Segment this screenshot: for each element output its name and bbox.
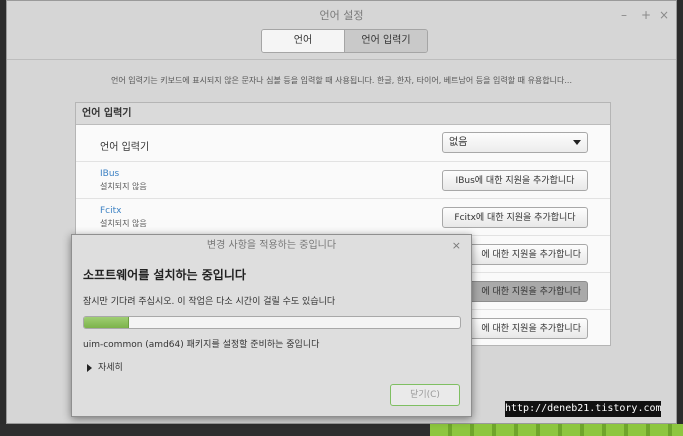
close-button[interactable]: 닫기(C) <box>390 384 460 406</box>
input-method-row: 언어 입력기 없음 <box>76 125 610 162</box>
fcitx-status: 설치되지 않음 <box>100 219 147 228</box>
package-status: uim-common (amd64) 패키지를 설정할 준비하는 중입니다 <box>83 340 320 350</box>
add-fcitx-support-button[interactable]: Fcitx에 대한 지원을 추가합니다 <box>442 207 588 228</box>
tab-bar: 언어 언어 입력기 <box>261 29 428 53</box>
desktop-green-area <box>430 424 683 436</box>
dialog-close-icon[interactable]: × <box>452 239 461 253</box>
tab-language[interactable]: 언어 <box>262 30 345 52</box>
list-item: IBus 설치되지 않음 IBus에 대한 지원을 추가합니다 <box>76 162 610 199</box>
input-method-label: 언어 입력기 <box>100 142 150 153</box>
minimize-icon[interactable]: – <box>621 8 627 22</box>
watermark: http://deneb21.tistory.com <box>505 401 662 417</box>
details-label: 자세히 <box>98 363 123 373</box>
dialog-title: 변경 사항을 적용하는 중입니다 <box>206 240 337 251</box>
applying-changes-dialog: 변경 사항을 적용하는 중입니다 × 소프트웨어를 설치하는 중입니다 잠시만 … <box>71 234 472 417</box>
maximize-icon[interactable]: + <box>641 8 651 22</box>
install-progress-bar <box>83 316 461 329</box>
header-divider <box>7 59 676 60</box>
add-ibus-support-button[interactable]: IBus에 대한 지원을 추가합니다 <box>442 170 588 191</box>
fcitx-link[interactable]: Fcitx <box>100 206 121 216</box>
panel-header: 언어 입력기 <box>76 103 610 125</box>
details-expander[interactable]: 자세히 <box>87 360 123 373</box>
ibus-link[interactable]: IBus <box>100 169 119 179</box>
dropdown-arrow-icon <box>573 140 581 145</box>
input-method-selected-value: 없음 <box>449 137 468 148</box>
close-icon[interactable]: × <box>659 8 669 22</box>
input-method-description: 언어 입력기는 키보드에 표시되지 않은 문자나 심볼 등을 입력할 때 사용됩… <box>110 76 572 85</box>
input-method-select[interactable]: 없음 <box>442 132 588 153</box>
tab-input-method[interactable]: 언어 입력기 <box>345 30 427 52</box>
expand-triangle-icon <box>87 363 92 372</box>
progress-fill <box>84 317 130 328</box>
dialog-heading: 소프트웨어를 설치하는 중입니다 <box>83 268 246 282</box>
window-title: 언어 설정 <box>319 9 364 22</box>
list-item: Fcitx 설치되지 않음 Fcitx에 대한 지원을 추가합니다 <box>76 199 610 236</box>
ibus-status: 설치되지 않음 <box>100 182 147 191</box>
dialog-message: 잠시만 기다려 주십시오. 이 작업은 다소 시간이 걸릴 수도 있습니다 <box>83 297 336 307</box>
